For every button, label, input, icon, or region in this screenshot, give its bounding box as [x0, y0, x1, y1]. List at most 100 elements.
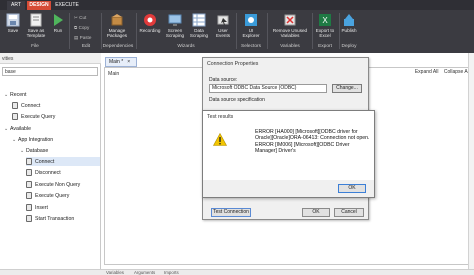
- group-export-label: Export: [318, 44, 332, 49]
- tree-item-label: Connect: [21, 102, 41, 109]
- tree-item-connect[interactable]: Connect: [26, 157, 100, 166]
- error-line: ERROR [IM006] [Microsoft][ODBC Driver Ma…: [255, 141, 350, 155]
- document-tab-label: Main *: [109, 59, 124, 65]
- tab-start[interactable]: ART: [7, 1, 25, 10]
- tab-design[interactable]: DESIGN: [27, 1, 51, 10]
- ok-button[interactable]: OK: [338, 184, 366, 193]
- recording-button[interactable]: Recording: [138, 13, 162, 33]
- tree-database[interactable]: ⌄ Database: [20, 148, 48, 154]
- tree-item-insert[interactable]: Insert: [26, 203, 100, 212]
- error-line: Oracle][Oracle]ORA-06413: Connection not…: [255, 135, 370, 142]
- tree-item-label: Connect: [35, 158, 55, 165]
- activity-icon: [26, 158, 32, 165]
- change-button[interactable]: Change...: [332, 84, 362, 93]
- run-label: Run: [53, 28, 63, 33]
- activity-icon: [26, 204, 32, 211]
- ui-explorer-icon: [245, 14, 257, 26]
- paste-button[interactable]: ▤ Paste: [74, 35, 91, 41]
- data-scraping-label: Data Scraping: [189, 28, 209, 38]
- data-source-field[interactable]: Microsoft ODBC Data Source (ODBC): [209, 84, 327, 93]
- cut-label: Cut: [79, 15, 87, 20]
- run-button[interactable]: Run: [50, 13, 66, 33]
- group-edit-label: Edit: [81, 44, 91, 49]
- tree-item-start-transaction[interactable]: Start Transaction: [26, 214, 100, 223]
- ok-button[interactable]: OK: [302, 208, 330, 217]
- dialog-titlebar[interactable]: Test results: [203, 111, 374, 121]
- play-icon: [54, 14, 63, 26]
- dialog-footer: OK: [203, 180, 374, 197]
- imports-tab[interactable]: Imports: [164, 270, 179, 275]
- remove-unused-variables-label: Remove Unused Variables: [272, 28, 308, 38]
- data-scraping-button[interactable]: Data Scraping: [188, 13, 210, 38]
- ribbon-divider: [267, 13, 268, 49]
- activity-icon: [12, 113, 18, 120]
- group-selectors-label: Selectors: [241, 44, 261, 49]
- group-wizards-label: Wizards: [177, 44, 195, 49]
- tree-item-execute-non-query[interactable]: Execute Non Query: [26, 180, 100, 189]
- test-results-dialog: Test results ERROR [HA000] [Microsoft][O…: [202, 110, 375, 198]
- ui-explorer-button[interactable]: UI Explorer: [240, 13, 262, 38]
- save-button[interactable]: Save: [4, 13, 22, 33]
- tree-item-label: Disconnect: [35, 169, 61, 176]
- user-events-icon: [217, 15, 229, 25]
- tree-item-label: Start Transaction: [35, 215, 75, 222]
- remove-variables-icon: [284, 14, 296, 26]
- user-events-label: User Events: [215, 28, 231, 38]
- manage-packages-button[interactable]: Manage Packages: [104, 13, 130, 38]
- tree-item-label: Execute Query: [21, 113, 56, 120]
- tree-app-integration[interactable]: ⌄ App Integration: [12, 137, 53, 143]
- arguments-tab[interactable]: Arguments: [134, 270, 155, 275]
- activities-panel-title: vities: [2, 56, 14, 62]
- bottom-bar: Variables Arguments Imports: [0, 269, 474, 275]
- dialog-title: Test results: [207, 114, 234, 120]
- activities-panel: vities base ⌄ Recent Connect Execute Quer…: [0, 53, 101, 269]
- collapse-all-link[interactable]: Collapse All: [444, 69, 470, 75]
- group-file-label: File: [31, 44, 39, 49]
- data-scraping-icon: [192, 13, 206, 27]
- group-deploy-label: Deploy: [341, 44, 357, 49]
- tree-item-recent-execute-query[interactable]: Execute Query: [12, 112, 100, 121]
- manage-packages-label: Manage Packages: [106, 28, 128, 38]
- remove-unused-variables-button[interactable]: Remove Unused Variables: [270, 13, 310, 38]
- ribbon-tab-strip: ART DESIGN EXECUTE: [0, 0, 474, 10]
- record-icon: [144, 14, 156, 26]
- ui-explorer-label: UI Explorer: [242, 28, 260, 38]
- available-label: Available: [10, 126, 31, 132]
- tree-item-execute-query[interactable]: Execute Query: [26, 191, 100, 200]
- save-icon: [6, 13, 20, 27]
- tree-item-disconnect[interactable]: Disconnect: [26, 168, 100, 177]
- copy-button[interactable]: ⧉ Copy: [74, 25, 89, 30]
- svg-text:X: X: [322, 16, 328, 25]
- screen-scraping-button[interactable]: Screen Scraping: [164, 13, 186, 38]
- tree-item-label: Execute Non Query: [35, 181, 81, 188]
- test-connection-button[interactable]: Test Connection: [211, 208, 251, 217]
- close-icon[interactable]: ×: [127, 59, 130, 65]
- ribbon-divider: [136, 13, 137, 49]
- tree-available-header[interactable]: ⌄ Available: [4, 126, 31, 132]
- activities-search-input[interactable]: base: [2, 67, 98, 76]
- data-source-spec-label: Data source specification: [209, 97, 265, 103]
- ribbon-divider: [69, 13, 70, 49]
- document-tab-main[interactable]: Main * ×: [105, 57, 137, 67]
- tree-recent-header[interactable]: ⌄ Recent: [4, 92, 26, 98]
- expand-all-link[interactable]: Expand All: [415, 69, 439, 75]
- export-to-excel-button[interactable]: X Export to Excel: [314, 13, 336, 38]
- tree-item-label: Insert: [35, 204, 48, 211]
- cancel-button[interactable]: Cancel: [334, 208, 364, 217]
- tree-item-recent-connect[interactable]: Connect: [12, 101, 100, 110]
- activity-icon: [26, 192, 32, 199]
- screen-scraping-label: Screen Scraping: [165, 28, 185, 38]
- variables-tab[interactable]: Variables: [106, 270, 124, 275]
- publish-button[interactable]: Publish: [338, 13, 360, 33]
- tree-item-label: Execute Query: [35, 192, 70, 199]
- user-events-button[interactable]: User Events: [212, 13, 234, 38]
- save-label: Save: [7, 28, 19, 33]
- activities-search-value: base: [5, 69, 16, 75]
- save-as-template-button[interactable]: Save as Template: [24, 13, 48, 38]
- tab-execute[interactable]: EXECUTE: [53, 1, 81, 10]
- activity-icon: [12, 102, 18, 109]
- template-icon: [30, 13, 42, 27]
- cut-button[interactable]: ✂ Cut: [74, 15, 86, 21]
- activities-panel-header: vities: [0, 53, 101, 64]
- data-source-label: Data source:: [209, 77, 238, 83]
